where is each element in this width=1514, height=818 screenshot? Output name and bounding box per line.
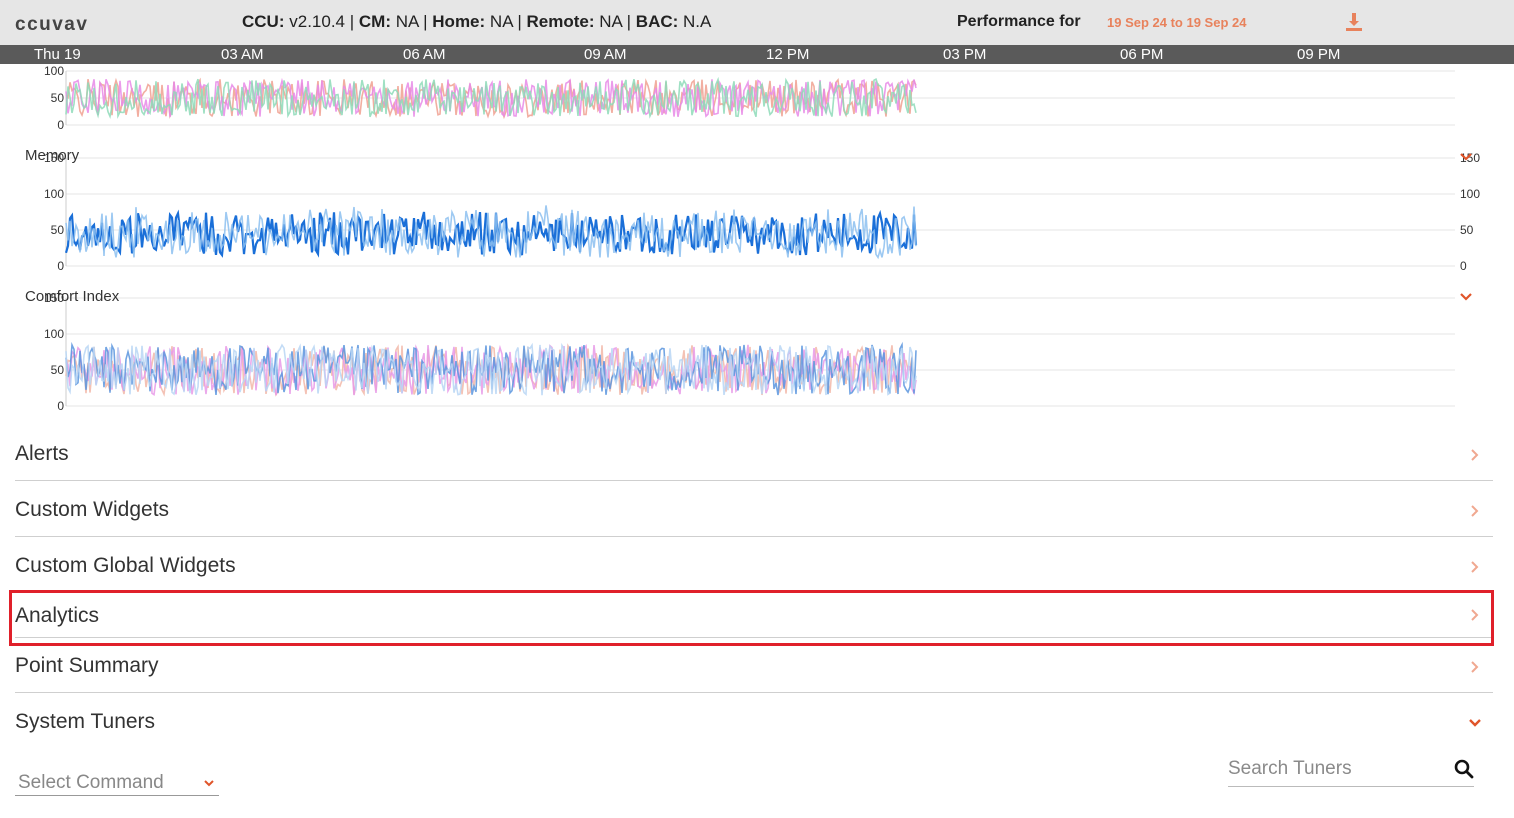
performance-label: Performance for (957, 13, 1081, 30)
comfort-index-chevron-down-icon[interactable] (1459, 290, 1473, 304)
section-label: Point Summary (15, 654, 159, 677)
section-label: Analytics (15, 604, 100, 627)
y-tick-label: 0 (57, 118, 64, 132)
home-value: NA (489, 12, 513, 31)
cm-value: NA (395, 12, 419, 31)
y-tick-label: 0 (57, 259, 64, 273)
search-icon[interactable] (1454, 759, 1474, 779)
time-tick: 09 AM (584, 46, 627, 63)
y-tick-label: 100 (44, 64, 64, 78)
y-tick-label: 100 (44, 327, 64, 341)
bac-value: N.A (683, 12, 712, 31)
cm-label: CM: (358, 12, 391, 31)
time-tick: Thu 19 (34, 46, 81, 63)
comfort-index-chart-title: Comfort Index (25, 288, 120, 305)
time-tick: 03 PM (943, 46, 987, 63)
y-tick-label-right: 50 (1460, 223, 1474, 237)
section-label: Alerts (15, 442, 69, 465)
chevron-right-icon (1471, 561, 1479, 573)
y-tick-label: 50 (51, 363, 65, 377)
remote-label: Remote: (526, 12, 595, 31)
select-command-value: Select Command (18, 772, 164, 793)
y-tick-label: 50 (51, 223, 65, 237)
time-tick: 09 PM (1297, 46, 1341, 63)
charts-area: 100 50 0 150 100 50 0 150 100 50 0 150 100 50 0 Memory… (0, 64, 1514, 414)
time-tick: 03 AM (221, 46, 264, 63)
section-label: System Tuners (15, 710, 156, 733)
chevron-right-icon (1471, 505, 1479, 517)
y-tick-label-right: 100 (1460, 187, 1480, 201)
section-label: Custom Widgets (15, 498, 170, 521)
chevron-right-icon (1471, 661, 1479, 673)
section-point-summary[interactable]: Point Summary (15, 642, 1493, 693)
ccu-info: CCU: v2.10.4 | CM: NA | Home: NA | Remot… (242, 12, 712, 31)
performance-charts: 100500150100500150100500150100500 (44, 64, 1480, 413)
y-tick-label: 50 (51, 91, 65, 105)
chevron-down-icon (1469, 719, 1481, 727)
time-tick: 12 PM (766, 46, 810, 63)
select-command-dropdown[interactable]: Select Command (15, 768, 219, 796)
chevron-right-icon (1471, 609, 1479, 621)
section-label: Custom Global Widgets (15, 554, 236, 577)
section-system-tuners[interactable]: System Tuners (15, 698, 1493, 748)
search-tuners-input[interactable] (1228, 756, 1438, 782)
download-icon[interactable] (1344, 12, 1364, 32)
ccu-version: v2.10.4 (289, 12, 345, 31)
chevron-down-icon (204, 780, 214, 787)
top-header: ccuvav CCU: v2.10.4 | CM: NA | Home: NA … (0, 0, 1514, 45)
performance-date-range[interactable]: 19 Sep 24 to 19 Sep 24 (1107, 15, 1246, 30)
ccu-label: CCU: (242, 12, 285, 31)
site-name: ccuvav (15, 14, 89, 35)
bac-label: BAC: (635, 12, 679, 31)
home-label: Home: (432, 12, 486, 31)
section-custom-global-widgets[interactable]: Custom Global Widgets (15, 542, 1493, 593)
y-tick-label: 0 (57, 399, 64, 413)
section-alerts[interactable]: Alerts (15, 430, 1493, 481)
y-tick-label: 100 (44, 187, 64, 201)
section-analytics[interactable]: Analytics (15, 592, 1493, 638)
search-tuners-box (1228, 754, 1474, 787)
time-axis-bar: Thu 19 03 AM 06 AM 09 AM 12 PM 03 PM 06 … (0, 45, 1514, 64)
memory-chevron-down-icon[interactable] (1459, 150, 1473, 164)
chevron-right-icon (1471, 449, 1479, 461)
memory-chart-title: Memory (25, 147, 80, 164)
time-tick: 06 PM (1120, 46, 1164, 63)
remote-value: NA (599, 12, 622, 31)
y-tick-label-right: 0 (1460, 259, 1467, 273)
section-custom-widgets[interactable]: Custom Widgets (15, 486, 1493, 537)
time-tick: 06 AM (403, 46, 446, 63)
